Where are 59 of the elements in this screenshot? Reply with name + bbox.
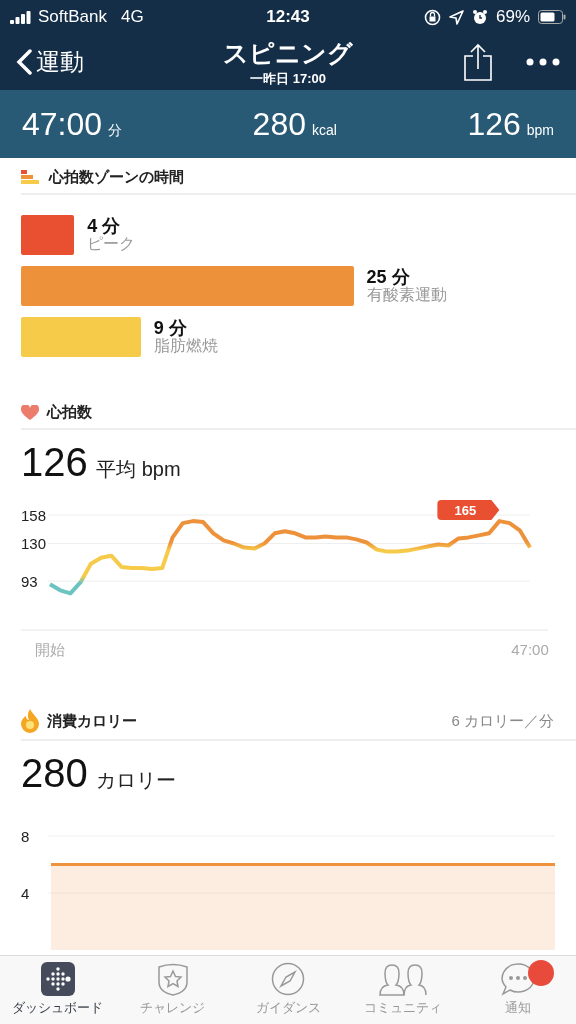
carrier-name: SoftBank bbox=[38, 7, 107, 27]
back-button[interactable]: 運動 bbox=[16, 46, 146, 78]
dots-grid-icon bbox=[40, 962, 75, 996]
zone-minutes: 25 分 bbox=[366, 268, 410, 288]
section-title: 心拍数 bbox=[47, 403, 92, 422]
people-icon bbox=[378, 962, 429, 996]
y-tick-label: 4 bbox=[21, 884, 30, 902]
y-tick-label: 158 bbox=[21, 506, 47, 524]
signal-icon bbox=[10, 10, 32, 24]
y-tick-label: 8 bbox=[21, 827, 30, 845]
calorie-value: 280 bbox=[21, 751, 88, 796]
share-icon bbox=[464, 43, 492, 81]
more-icon bbox=[526, 58, 560, 66]
back-chevron-icon bbox=[16, 49, 32, 75]
tab-bar-item[interactable]: 通知 bbox=[460, 956, 576, 1024]
rotation-lock-icon bbox=[424, 8, 441, 26]
tab-bar-item[interactable]: ダッシュボード bbox=[0, 956, 116, 1024]
battery-percent: 69% bbox=[496, 7, 530, 27]
share-button[interactable] bbox=[464, 43, 492, 81]
y-tick-label: 93 bbox=[21, 572, 38, 590]
annotation: 165 bbox=[454, 503, 477, 518]
zone-name: ピーク bbox=[87, 236, 136, 253]
summary-unit: bpm bbox=[526, 121, 554, 138]
heart-rate-value: 126 bbox=[21, 440, 88, 485]
heart-icon bbox=[21, 404, 39, 421]
section-title: 消費カロリー bbox=[47, 711, 137, 731]
tab-bar-item[interactable]: コミュニティ bbox=[345, 956, 461, 1024]
summary-value: 126 bbox=[467, 105, 521, 143]
summary-value: 280 bbox=[252, 105, 306, 143]
star-shield-icon bbox=[155, 962, 190, 996]
status-time: 12:43 bbox=[266, 7, 310, 27]
zone-minutes: 9 分 bbox=[153, 319, 187, 339]
flame-icon bbox=[21, 709, 39, 733]
calorie-rate: 6 カロリー／分 bbox=[451, 711, 554, 731]
summary-unit: 分 bbox=[108, 121, 123, 140]
summary-unit: kcal bbox=[311, 121, 337, 138]
heart-rate-label: 平均 bbox=[95, 457, 136, 482]
summary-value: 47:00 bbox=[22, 105, 103, 143]
zone-name: 有酸素運動 bbox=[366, 287, 447, 304]
alarm-clock-icon bbox=[472, 9, 488, 25]
tab-bar-item[interactable]: チャレンジ bbox=[115, 956, 231, 1024]
battery-icon bbox=[538, 10, 566, 24]
compass-icon bbox=[271, 962, 305, 996]
x-tick-label: 47:00 bbox=[511, 641, 549, 658]
heart-rate-unit: bpm bbox=[141, 458, 181, 481]
zone-bars-icon bbox=[21, 170, 41, 185]
zone-minutes: 4 分 bbox=[87, 217, 122, 237]
more-button[interactable] bbox=[526, 58, 560, 66]
calorie-unit: カロリー bbox=[95, 768, 176, 793]
network-type: 4G bbox=[121, 7, 144, 27]
peak-marker: 165 bbox=[437, 500, 500, 520]
page-subtitle: 一昨日 17:00 bbox=[250, 69, 326, 88]
tab-bar-item[interactable]: ガイダンス bbox=[230, 956, 346, 1024]
zone-name: 脂肪燃焼 bbox=[153, 338, 218, 355]
x-tick-label: 開始 bbox=[35, 641, 65, 658]
section-title: 心拍数ゾーンの時間 bbox=[49, 168, 184, 187]
y-tick-label: 130 bbox=[21, 535, 47, 552]
page-title: スピニング bbox=[223, 37, 353, 69]
location-arrow-icon bbox=[449, 9, 464, 25]
